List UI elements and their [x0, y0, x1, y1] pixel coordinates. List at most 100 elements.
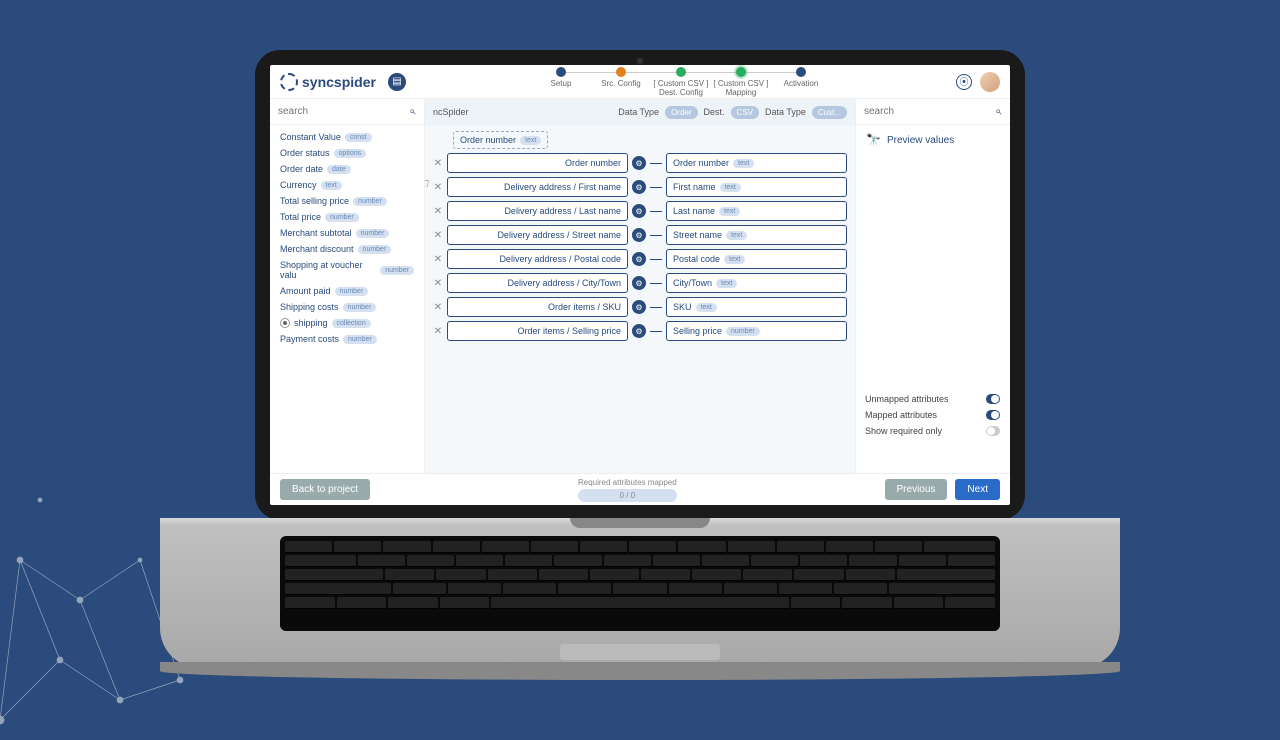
- source-search-input[interactable]: [278, 106, 410, 117]
- preview-values-link[interactable]: 🔭 Preview values: [856, 125, 1010, 155]
- mapping-source[interactable]: Delivery address / Street name: [447, 225, 628, 245]
- gear-icon[interactable]: ⚙: [632, 300, 646, 314]
- mapping-source[interactable]: Delivery address / City/Town: [447, 273, 628, 293]
- connector: [650, 283, 662, 284]
- source-attr[interactable]: Payment costsnumber: [270, 331, 424, 347]
- toggle-mapped[interactable]: [986, 410, 1000, 420]
- mapping-dest[interactable]: City/Towntext: [666, 273, 847, 293]
- gear-icon[interactable]: ⚙: [632, 204, 646, 218]
- mapping-dest[interactable]: Postal codetext: [666, 249, 847, 269]
- mapping-panel: ncSpider Data Type Order Dest. CSV Data …: [425, 99, 855, 473]
- mapping-source[interactable]: Order number: [447, 153, 628, 173]
- source-attr[interactable]: Total pricenumber: [270, 209, 424, 225]
- dest-search-row: [856, 99, 1010, 125]
- remove-mapping-icon[interactable]: ✕: [433, 278, 443, 289]
- source-attr[interactable]: Order statusoptions: [270, 145, 424, 161]
- dest-label: Postal code: [673, 254, 720, 264]
- connector: [650, 235, 662, 236]
- remove-mapping-icon[interactable]: ✕: [433, 254, 443, 265]
- project-icon[interactable]: ▤: [388, 73, 406, 91]
- source-attr-list: Constant ValueconstOrder statusoptionsOr…: [270, 125, 424, 473]
- gear-icon[interactable]: ⚙: [632, 324, 646, 338]
- attr-label: shipping: [294, 318, 328, 328]
- mapping-dest[interactable]: Street nametext: [666, 225, 847, 245]
- mapping-source[interactable]: Order items / SKU: [447, 297, 628, 317]
- step-3[interactable]: [ Custom CSV ] Mapping: [711, 67, 771, 97]
- remove-mapping-icon[interactable]: ✕: [433, 302, 443, 313]
- footer: Back to project Required attributes mapp…: [270, 473, 1010, 505]
- source-attr[interactable]: Currencytext: [270, 177, 424, 193]
- attr-label: Order status: [280, 148, 330, 158]
- step-dot: [796, 67, 806, 77]
- gear-icon[interactable]: ⚙: [632, 228, 646, 242]
- mapping-source[interactable]: Delivery address / Postal code: [447, 249, 628, 269]
- step-label: [ Custom CSV ] Mapping: [711, 79, 771, 97]
- source-attr[interactable]: Merchant subtotalnumber: [270, 225, 424, 241]
- data-type-value-1[interactable]: Order: [665, 106, 697, 119]
- mapping-source[interactable]: Delivery address / Last name: [447, 201, 628, 221]
- mapping-dest[interactable]: Last nametext: [666, 201, 847, 221]
- source-search-row: [270, 99, 424, 125]
- mapping-dest[interactable]: Selling pricenumber: [666, 321, 847, 341]
- mapping-dest[interactable]: SKUtext: [666, 297, 847, 317]
- gear-icon[interactable]: ⚙: [632, 156, 646, 170]
- avatar[interactable]: [980, 72, 1000, 92]
- gear-icon[interactable]: ⚙: [632, 276, 646, 290]
- source-attr[interactable]: Merchant discountnumber: [270, 241, 424, 257]
- remove-mapping-icon[interactable]: ✕: [433, 158, 443, 169]
- connector: [650, 307, 662, 308]
- dest-label: Street name: [673, 230, 722, 240]
- back-button[interactable]: Back to project: [280, 479, 370, 500]
- attr-filters: Unmapped attributes Mapped attributes Sh…: [855, 385, 1010, 445]
- mapping-body: ☜ Order number text ✕Order number⚙Order …: [425, 125, 855, 473]
- source-attr[interactable]: Shipping costsnumber: [270, 299, 424, 315]
- step-dot: [616, 67, 626, 77]
- step-2[interactable]: [ Custom CSV ] Dest. Config: [651, 67, 711, 97]
- toggle-required[interactable]: [986, 426, 1000, 436]
- next-button[interactable]: Next: [955, 479, 1000, 500]
- mapping-source[interactable]: Order items / Selling price: [447, 321, 628, 341]
- mapping-row: ✕ Order items / SKU ⚙ SKUtext: [433, 297, 847, 317]
- dest-search-input[interactable]: [864, 106, 996, 117]
- remove-mapping-icon[interactable]: ✕: [433, 206, 443, 217]
- mapping-source[interactable]: Delivery address / First name: [447, 177, 628, 197]
- toggle-unmapped[interactable]: [986, 394, 1000, 404]
- connector: [650, 211, 662, 212]
- required-label: Required attributes mapped: [578, 478, 677, 487]
- mapping-dest[interactable]: First nametext: [666, 177, 847, 197]
- gear-icon[interactable]: ⚙: [632, 252, 646, 266]
- source-attr[interactable]: Total selling pricenumber: [270, 193, 424, 209]
- mapping-dest[interactable]: Order numbertext: [666, 153, 847, 173]
- collection-icon: [280, 318, 290, 328]
- search-icon[interactable]: [996, 106, 1002, 118]
- source-attr[interactable]: Shopping at voucher valunumber: [270, 257, 424, 283]
- mapping-row: ✕ Delivery address / Last name ⚙ Last namet…: [433, 201, 847, 221]
- source-attr[interactable]: Order datedate: [270, 161, 424, 177]
- remove-mapping-icon[interactable]: ✕: [433, 182, 443, 193]
- step-label: Setup: [551, 79, 572, 88]
- source-attr[interactable]: Constant Valueconst: [270, 129, 424, 145]
- remove-mapping-icon[interactable]: ✕: [433, 326, 443, 337]
- data-type-value-2[interactable]: Cust...: [812, 106, 847, 119]
- brand-logo: syncspider: [280, 73, 376, 91]
- binoculars-icon: 🔭: [866, 133, 881, 147]
- attr-label: Total selling price: [280, 196, 349, 206]
- source-attr[interactable]: shippingcollection: [270, 315, 424, 331]
- remove-mapping-icon[interactable]: ✕: [433, 230, 443, 241]
- search-icon[interactable]: [410, 106, 416, 118]
- dest-label: City/Town: [673, 278, 712, 288]
- source-attr[interactable]: Amount paidnumber: [270, 283, 424, 299]
- brand-text: syncspider: [302, 74, 376, 90]
- step-0[interactable]: Setup: [531, 67, 591, 88]
- step-1[interactable]: Src. Config: [591, 67, 651, 88]
- filter-mapped-label: Mapped attributes: [865, 410, 937, 420]
- step-4[interactable]: Activation: [771, 67, 831, 88]
- previous-button[interactable]: Previous: [885, 479, 948, 500]
- gear-icon[interactable]: ⚙: [632, 180, 646, 194]
- filter-required-label: Show required only: [865, 426, 942, 436]
- drag-ghost[interactable]: Order number text: [453, 131, 548, 149]
- dest-value[interactable]: CSV: [731, 106, 759, 119]
- help-icon[interactable]: ⦿: [956, 74, 972, 90]
- step-label: Src. Config: [601, 79, 641, 88]
- dest-label: Selling price: [673, 326, 722, 336]
